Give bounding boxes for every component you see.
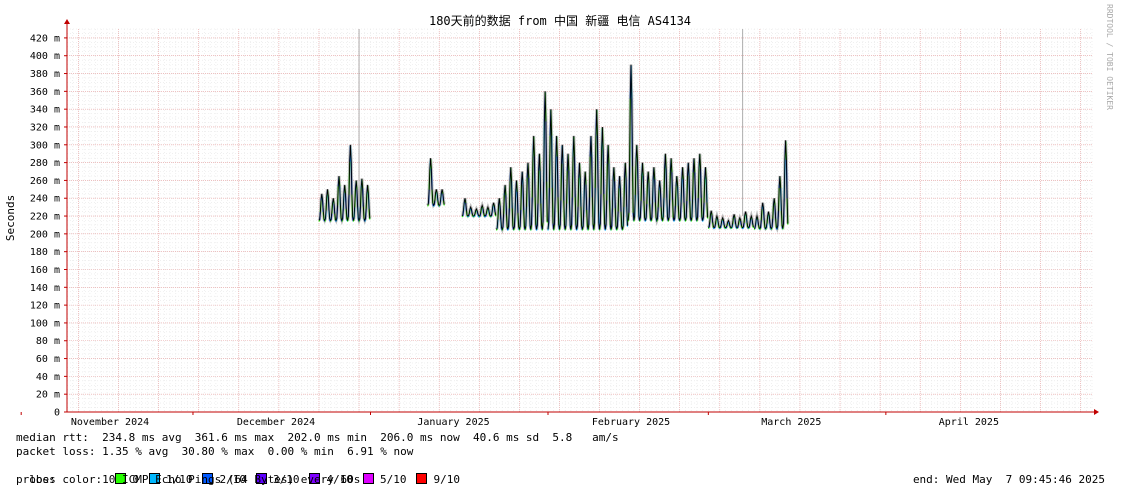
smokeping-chart: 0 20 m 40 m 60 m 80 m 100 m 120 m 140 m 160 m 180…: [4, 4, 1114, 428]
loss-colored-segment: [753, 228, 756, 230]
y-tick-labels: 0 20 m 40 m 60 m 80 m 100 m 120 m 140 m 160 m 180…: [30, 33, 60, 418]
x-tick-label: February 2025: [592, 417, 670, 428]
grid-minor: [66, 28, 1093, 413]
median-rtt-stats: median rtt: 234.8 ms avg 361.6 ms max 20…: [16, 431, 619, 444]
probe-info: probe: 10 ICMP Echo Pings (64 Bytes) eve…: [16, 473, 361, 486]
y-tick-label: 40 m: [36, 372, 60, 383]
loss-color-swatch: [362, 473, 374, 484]
y-axis-arrow: [64, 19, 70, 24]
y-tick-label: 140 m: [30, 283, 60, 294]
y-tick-label: 0: [54, 408, 60, 419]
smoke-band: [753, 140, 790, 233]
y-tick-label: 380 m: [30, 69, 60, 80]
y-tick-label: 320 m: [30, 122, 60, 133]
x-tick-label: April 2025: [939, 417, 999, 428]
y-tick-label: 420 m: [30, 33, 60, 44]
y-tick-label: 240 m: [30, 194, 60, 205]
x-tick-label: December 2024: [237, 417, 315, 428]
y-tick-label: 360 m: [30, 87, 60, 98]
packet-loss-stats: packet loss: 1.35 % avg 30.80 % max 0.00…: [16, 445, 414, 458]
loss-color-item: 9/10: [416, 473, 460, 486]
smoke-band: [317, 64, 790, 234]
x-tick-label: March 2025: [761, 417, 821, 428]
y-tick-label: 160 m: [30, 265, 60, 276]
loss-color-value: 5/10: [379, 473, 407, 486]
y-tick-label: 120 m: [30, 301, 60, 312]
y-tick-label: 60 m: [36, 354, 60, 365]
y-tick-label: 180 m: [30, 247, 60, 258]
chart-title: 180天前的数据 from 中国 新疆 电信 AS4134: [429, 13, 691, 28]
x-axis-arrow: [1094, 409, 1099, 415]
y-tick-label: 20 m: [36, 390, 60, 401]
y-axis-label: Seconds: [4, 195, 17, 241]
y-tick-label: 260 m: [30, 176, 60, 187]
x-tick-labels: November 2024 December 2024 January 2025 Fe…: [20, 412, 999, 428]
end-timestamp: end: Wed May 7 09:45:46 2025: [912, 473, 1105, 486]
rrdtool-watermark: RRDTOOL / TOBI OETIKER: [1105, 4, 1114, 110]
loss-color-swatch: [416, 473, 428, 484]
y-tick-label: 200 m: [30, 229, 60, 240]
x-tick-label: November 2024: [71, 417, 149, 428]
y-tick-label: 340 m: [30, 105, 60, 116]
loss-colored-segment: [736, 227, 739, 230]
loss-color-item: 5/10: [362, 473, 407, 486]
y-tick-label: 220 m: [30, 212, 60, 223]
y-tick-label: 80 m: [36, 336, 60, 347]
loss-colored-segment: [719, 227, 721, 230]
loss-colored-segment: [478, 215, 481, 218]
y-tick-label: 300 m: [30, 140, 60, 151]
loss-color-value: 9/10: [433, 473, 460, 486]
y-tick-label: 100 m: [30, 318, 60, 329]
y-tick-label: 400 m: [30, 51, 60, 62]
y-tick-label: 280 m: [30, 158, 60, 169]
x-tick-label: January 2025: [417, 417, 489, 428]
